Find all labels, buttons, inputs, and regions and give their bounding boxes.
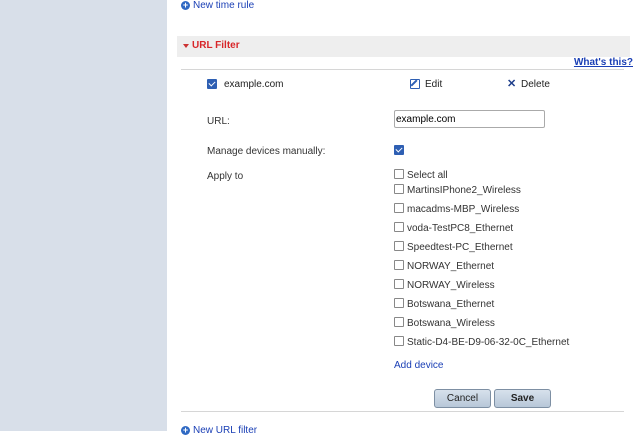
device-row[interactable]: Static-D4-BE-D9-06-32-0C_Ethernet (394, 336, 570, 348)
device-checkbox[interactable] (394, 222, 404, 233)
delete-link[interactable]: Delete (521, 79, 550, 90)
url-input[interactable] (394, 110, 545, 128)
device-checkbox[interactable] (394, 203, 404, 214)
device-label: MartinsIPhone2_Wireless (407, 185, 521, 196)
plus-icon: + (181, 0, 190, 10)
select-all-row[interactable]: Select all (394, 169, 448, 181)
device-checkbox[interactable] (394, 279, 404, 290)
select-all-label: Select all (407, 170, 448, 181)
edit-icon[interactable] (410, 79, 420, 89)
device-label: NORWAY_Wireless (407, 280, 495, 291)
device-checkbox[interactable] (394, 336, 404, 347)
main-panel: + New time rule URL Filter What's this? e… (167, 0, 640, 436)
device-checkbox[interactable] (394, 241, 404, 252)
device-row[interactable]: MartinsIPhone2_Wireless (394, 184, 521, 196)
save-button[interactable]: Save (494, 389, 551, 408)
apply-to-label: Apply to (207, 171, 244, 182)
device-label: Speedtest-PC_Ethernet (407, 242, 513, 253)
edit-link[interactable]: Edit (425, 79, 442, 90)
url-label: URL: (207, 116, 230, 127)
new-time-rule-link[interactable]: + New time rule (181, 0, 254, 11)
divider (181, 411, 624, 412)
device-row[interactable]: Botswana_Wireless (394, 317, 495, 329)
divider (181, 69, 624, 70)
device-row[interactable]: Botswana_Ethernet (394, 298, 495, 310)
left-sidebar (0, 0, 167, 431)
device-label: Botswana_Wireless (407, 318, 495, 329)
plus-icon: + (181, 424, 190, 435)
device-label: Botswana_Ethernet (407, 299, 495, 310)
device-row[interactable]: Speedtest-PC_Ethernet (394, 241, 513, 253)
device-row[interactable]: NORWAY_Ethernet (394, 260, 495, 272)
device-label: NORWAY_Ethernet (407, 261, 495, 272)
section-title: URL Filter (192, 40, 240, 51)
url-filter-section-header[interactable]: URL Filter (177, 36, 630, 57)
rule-name: example.com (224, 79, 284, 90)
device-row[interactable]: voda-TestPC8_Ethernet (394, 222, 514, 234)
device-row[interactable]: macadms-MBP_Wireless (394, 203, 520, 215)
whats-this-link[interactable]: What's this? (574, 57, 633, 68)
device-checkbox[interactable] (394, 184, 404, 195)
device-row[interactable]: NORWAY_Wireless (394, 279, 495, 291)
select-all-checkbox[interactable] (394, 169, 404, 180)
device-label: macadms-MBP_Wireless (407, 204, 520, 215)
add-device-link[interactable]: Add device (394, 360, 443, 371)
collapse-triangle-icon[interactable] (183, 44, 189, 48)
manage-devices-checkbox[interactable] (394, 145, 404, 155)
manage-devices-label: Manage devices manually: (207, 146, 326, 157)
device-label: Static-D4-BE-D9-06-32-0C_Ethernet (407, 337, 570, 348)
rule-enabled-checkbox[interactable] (207, 79, 217, 89)
cancel-button[interactable]: Cancel (434, 389, 491, 408)
delete-icon[interactable]: ✕ (507, 77, 516, 90)
new-time-rule-label: New time rule (193, 0, 255, 11)
device-label: voda-TestPC8_Ethernet (407, 223, 514, 234)
device-checkbox[interactable] (394, 298, 404, 309)
device-checkbox[interactable] (394, 317, 404, 328)
device-checkbox[interactable] (394, 260, 404, 271)
